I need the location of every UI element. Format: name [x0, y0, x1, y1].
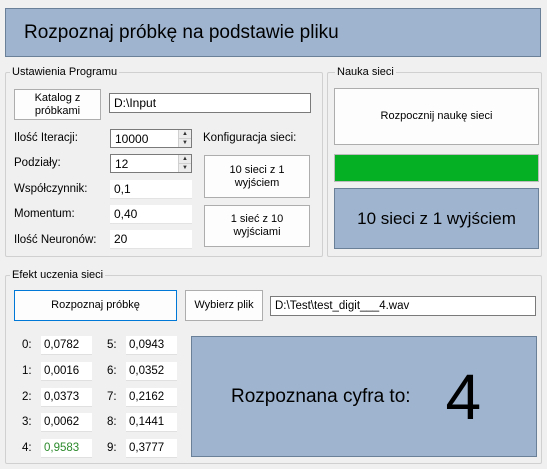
- config-1x10-button[interactable]: 1 sieć z 10 wyjściami: [204, 205, 310, 247]
- catalog-button[interactable]: Katalog z próbkami: [14, 89, 101, 120]
- config-1x10-label: 1 sieć z 10 wyjściami: [230, 213, 284, 238]
- output-label: 0:: [22, 339, 32, 351]
- output-value: 0,0352: [126, 362, 177, 381]
- recognize-sample-label: Rozpoznaj próbkę: [51, 299, 140, 311]
- config-label: Konfiguracja sieci:: [203, 132, 297, 144]
- recognized-digit-label: Rozpoznana cyfra to:: [231, 385, 411, 407]
- output-value: 0,2162: [126, 388, 177, 407]
- neurons-input[interactable]: 20: [110, 230, 192, 249]
- output-label: 2:: [22, 391, 32, 403]
- file-path-input[interactable]: D:\Test\test_digit___4.wav: [270, 296, 536, 316]
- splits-spin-buttons[interactable]: ▲ ▼: [178, 155, 191, 172]
- recognize-sample-button[interactable]: Rozpoznaj próbkę: [14, 290, 177, 321]
- output-label: 6:: [107, 365, 117, 377]
- config-10x1-label: 10 sieci z 1 wyjściem: [229, 163, 285, 189]
- output-value: 0,0062: [41, 413, 92, 432]
- splits-spinner[interactable]: 12 ▲ ▼: [110, 154, 192, 173]
- network-mode-display: 10 sieci z 1 wyjściem: [334, 188, 539, 249]
- learning-progress-fill: [335, 155, 538, 181]
- learning-progress-bar: [334, 154, 539, 182]
- catalog-path-input[interactable]: D:\Input: [109, 93, 311, 113]
- spin-down-icon[interactable]: ▼: [179, 138, 191, 147]
- output-value: 0,1441: [126, 413, 177, 432]
- output-value: 0,0016: [41, 362, 92, 381]
- coefficient-label: Współczynnik:: [14, 183, 88, 195]
- learning-legend: Nauka sieci: [335, 66, 396, 78]
- output-label: 3:: [22, 416, 32, 428]
- choose-file-label: Wybierz plik: [194, 299, 254, 311]
- momentum-input[interactable]: 0,40: [110, 205, 192, 224]
- output-label-highlight: 4:: [22, 442, 32, 454]
- output-label: 7:: [107, 391, 117, 403]
- iterations-spinner[interactable]: 10000 ▲ ▼: [110, 129, 192, 148]
- coefficient-input[interactable]: 0,1: [110, 180, 192, 199]
- spin-up-icon[interactable]: ▲: [179, 130, 191, 138]
- title-banner: Rozpoznaj próbkę na podstawie pliku: [5, 8, 541, 57]
- output-value: 0,3777: [126, 439, 177, 458]
- spin-down-icon[interactable]: ▼: [179, 163, 191, 172]
- output-label: 9:: [107, 442, 117, 454]
- spin-up-icon[interactable]: ▲: [179, 155, 191, 163]
- recognized-digit-value: 4: [445, 360, 482, 433]
- recognized-digit-panel: Rozpoznana cyfra to: 4: [191, 336, 537, 457]
- output-label: 8:: [107, 416, 117, 428]
- output-value: 0,0943: [126, 336, 177, 355]
- output-label: 1:: [22, 365, 32, 377]
- output-value: 0,0373: [41, 388, 92, 407]
- momentum-label: Momentum:: [14, 208, 75, 220]
- iterations-spin-buttons[interactable]: ▲ ▼: [178, 130, 191, 147]
- output-value: 0,0782: [41, 336, 92, 355]
- splits-label: Podziały:: [14, 157, 61, 169]
- start-learning-button[interactable]: Rozpocznij naukę sieci: [334, 88, 539, 145]
- config-10x1-button[interactable]: 10 sieci z 1 wyjściem: [204, 155, 310, 198]
- network-mode-text: 10 sieci z 1 wyjściem: [357, 208, 516, 228]
- neurons-label: Ilość Neuronów:: [14, 234, 97, 246]
- choose-file-button[interactable]: Wybierz plik: [185, 290, 263, 321]
- output-value-highlight: 0,9583: [41, 439, 92, 458]
- iterations-value: 10000: [115, 131, 149, 146]
- catalog-button-label: Katalog z próbkami: [34, 91, 81, 117]
- splits-value: 12: [115, 156, 129, 171]
- start-learning-label: Rozpocznij naukę sieci: [380, 110, 493, 122]
- page-title: Rozpoznaj próbkę na podstawie pliku: [24, 21, 339, 43]
- results-legend: Efekt uczenia sieci: [10, 269, 106, 281]
- output-label: 5:: [107, 339, 117, 351]
- settings-legend: Ustawienia Programu: [10, 66, 120, 78]
- iterations-label: Ilość Iteracji:: [14, 132, 78, 144]
